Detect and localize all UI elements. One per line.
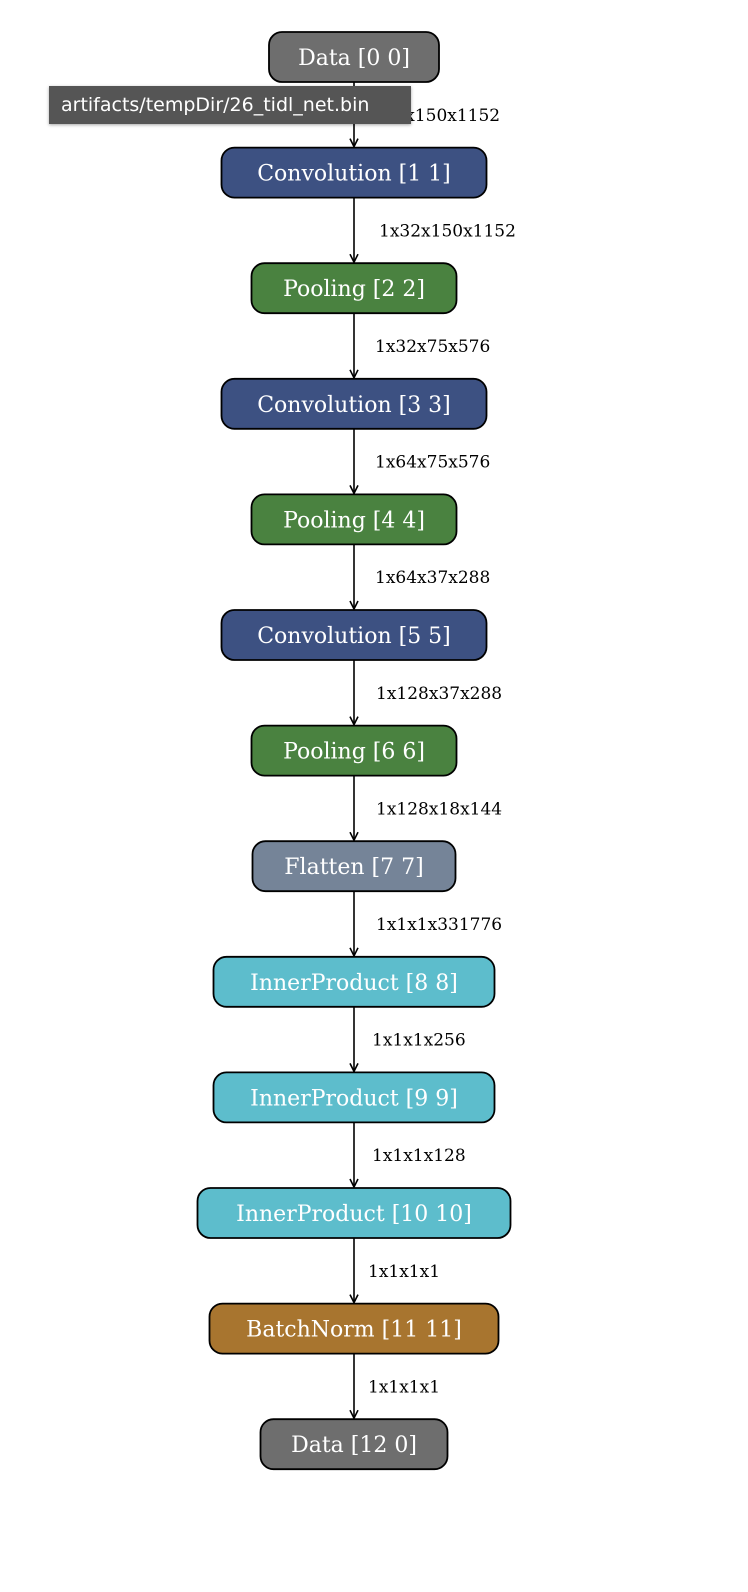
layer-node-label-2: Pooling [2 2]	[283, 277, 425, 302]
layer-node-innerproduct[interactable]: InnerProduct [9 9]	[212, 1071, 496, 1124]
layer-node-convolution[interactable]: Convolution [5 5]	[220, 609, 488, 661]
layer-node-batchnorm[interactable]: BatchNorm [11 11]	[208, 1302, 500, 1355]
edge-label-10: 1x1x1x1	[368, 1262, 440, 1282]
edge-label-1: 1x32x150x1152	[379, 221, 516, 241]
layer-node-convolution[interactable]: Convolution [3 3]	[220, 377, 488, 430]
layer-node-convolution[interactable]: Convolution [1 1]	[220, 146, 488, 199]
layer-node-innerproduct[interactable]: InnerProduct [8 8]	[212, 955, 496, 1008]
layer-node-label-6: Pooling [6 6]	[283, 740, 425, 765]
layer-node-label-8: InnerProduct [8 8]	[250, 971, 458, 996]
edge-label-6: 1x128x18x144	[376, 799, 502, 819]
edge-label-3: 1x64x75x576	[375, 453, 490, 473]
layer-node-pooling[interactable]: Pooling [4 4]	[250, 493, 458, 546]
layer-node-label-0: Data [0 0]	[298, 46, 410, 71]
layer-node-label-11: BatchNorm [11 11]	[246, 1318, 462, 1343]
layer-node-label-3: Convolution [3 3]	[257, 393, 451, 418]
edge-label-4: 1x64x37x288	[375, 568, 490, 588]
edge-label-8: 1x1x1x256	[372, 1031, 466, 1051]
edge-label-9: 1x1x1x128	[372, 1146, 466, 1166]
layer-node-label-10: InnerProduct [10 10]	[236, 1202, 472, 1227]
layer-node-pooling[interactable]: Pooling [2 2]	[250, 262, 458, 315]
layer-node-label-7: Flatten [7 7]	[284, 855, 423, 880]
layer-node-label-9: InnerProduct [9 9]	[250, 1086, 458, 1111]
layer-node-label-12: Data [12 0]	[291, 1433, 417, 1458]
filename-tooltip: artifacts/tempDir/26_tidl_net.bin	[49, 86, 411, 124]
layer-node-label-5: Convolution [5 5]	[257, 624, 451, 649]
layer-node-label-1: Convolution [1 1]	[257, 162, 451, 187]
edge-label-2: 1x32x75x576	[375, 337, 490, 357]
layer-node-label-4: Pooling [4 4]	[283, 508, 425, 533]
layer-node-flatten[interactable]: Flatten [7 7]	[251, 840, 457, 893]
layer-node-innerproduct[interactable]: InnerProduct [10 10]	[196, 1187, 512, 1239]
edge-label-11: 1x1x1x1	[368, 1377, 440, 1397]
layer-node-pooling[interactable]: Pooling [6 6]	[250, 724, 458, 777]
network-graph: 1x3x150x11521x32x150x11521x32x75x5761x64…	[196, 31, 516, 1471]
edge-label-7: 1x1x1x331776	[376, 915, 502, 935]
layer-node-data[interactable]: Data [0 0]	[268, 31, 440, 83]
layer-node-data[interactable]: Data [12 0]	[259, 1418, 449, 1471]
edge-label-5: 1x128x37x288	[376, 684, 502, 704]
